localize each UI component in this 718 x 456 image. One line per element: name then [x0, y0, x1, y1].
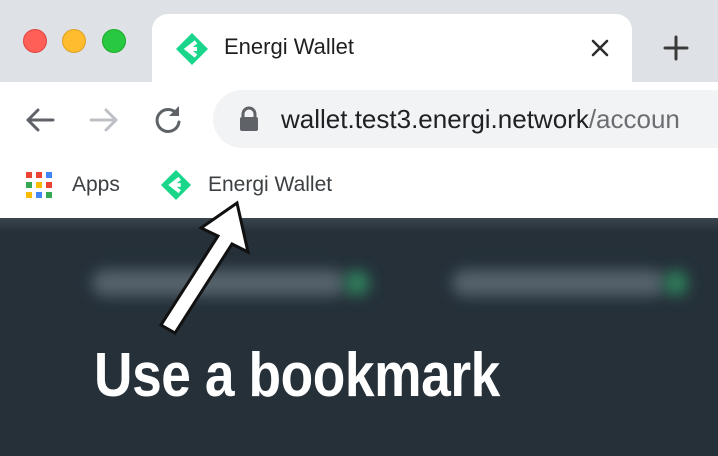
energi-logo-icon	[176, 33, 208, 65]
tab-title: Energi Wallet	[224, 34, 355, 59]
lock-icon[interactable]	[237, 106, 261, 132]
address-bar[interactable]: wallet.test3.energi.network/accoun	[213, 90, 718, 148]
tab-energi-wallet[interactable]: Energi Wallet	[152, 14, 632, 82]
bookmark-apps[interactable]: Apps	[26, 168, 120, 202]
page-content: Use a bookmark	[0, 218, 718, 456]
forward-arrow-icon[interactable]	[86, 102, 122, 138]
blurred-nav-item	[452, 270, 666, 296]
window-maximize-button[interactable]	[102, 29, 126, 53]
close-icon[interactable]	[586, 34, 614, 62]
bookmark-energi-wallet-label: Energi Wallet	[208, 173, 333, 196]
apps-grid-icon	[26, 172, 52, 198]
energi-logo-icon	[160, 169, 192, 201]
window-minimize-button[interactable]	[62, 29, 86, 53]
bookmarks-bar: Apps Energi Wallet	[0, 156, 718, 218]
new-tab-plus-icon[interactable]	[660, 32, 692, 64]
browser-window: Energi Wallet wallet.test3.energi.networ…	[0, 0, 718, 456]
browser-toolbar: wallet.test3.energi.network/accoun	[0, 82, 718, 156]
url-path: /accoun	[588, 104, 680, 134]
blurred-nav-item	[92, 270, 346, 296]
blurred-nav-indicator	[664, 270, 688, 296]
window-close-button[interactable]	[23, 29, 47, 53]
instruction-caption: Use a bookmark	[94, 341, 500, 410]
back-arrow-icon[interactable]	[22, 102, 58, 138]
toolbar-shadow	[0, 218, 718, 232]
url-text[interactable]: wallet.test3.energi.network/accoun	[281, 104, 680, 135]
bookmark-energi-wallet[interactable]: Energi Wallet	[160, 168, 332, 202]
tab-strip: Energi Wallet	[0, 0, 718, 82]
bookmark-apps-label: Apps	[72, 173, 120, 196]
url-host: wallet.test3.energi.network	[281, 104, 589, 134]
reload-icon[interactable]	[150, 102, 186, 138]
blurred-nav-indicator	[344, 270, 370, 296]
